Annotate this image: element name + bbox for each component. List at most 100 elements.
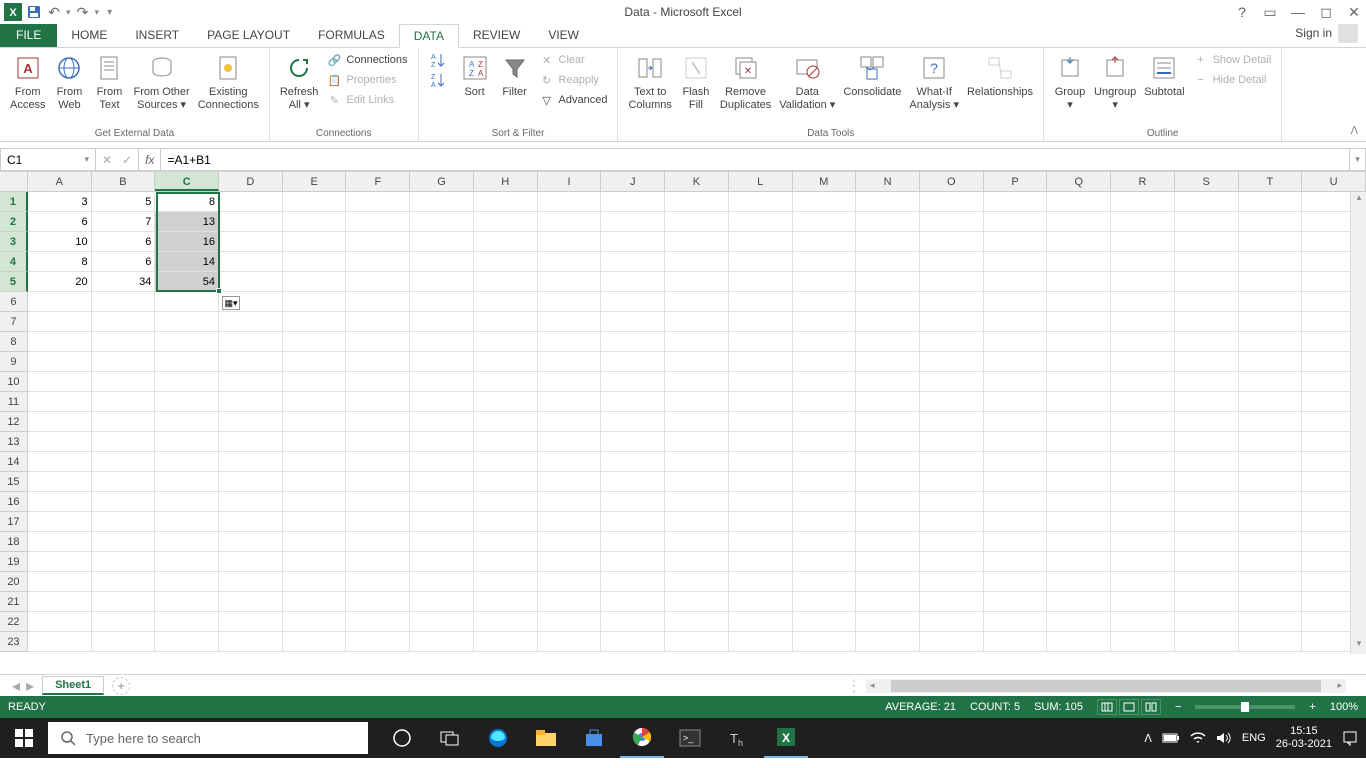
- row-header-4[interactable]: 4: [0, 252, 28, 272]
- cell-R9[interactable]: [1111, 352, 1175, 372]
- row-header-13[interactable]: 13: [0, 432, 28, 452]
- battery-icon[interactable]: [1162, 732, 1180, 744]
- cell-M21[interactable]: [793, 592, 857, 612]
- cell-P15[interactable]: [984, 472, 1048, 492]
- cell-P14[interactable]: [984, 452, 1048, 472]
- maximize-button[interactable]: ◻: [1318, 4, 1334, 20]
- col-header-O[interactable]: O: [920, 172, 984, 191]
- cell-K20[interactable]: [665, 572, 729, 592]
- cell-D23[interactable]: [219, 632, 283, 652]
- cell-S7[interactable]: [1175, 312, 1239, 332]
- cell-D8[interactable]: [219, 332, 283, 352]
- zoom-out-button[interactable]: −: [1175, 701, 1181, 713]
- vertical-scrollbar[interactable]: ▴ ▾: [1350, 192, 1366, 654]
- cell-S21[interactable]: [1175, 592, 1239, 612]
- cell-T22[interactable]: [1239, 612, 1303, 632]
- cell-F15[interactable]: [346, 472, 410, 492]
- cell-R19[interactable]: [1111, 552, 1175, 572]
- cell-F17[interactable]: [346, 512, 410, 532]
- cell-L4[interactable]: [729, 252, 793, 272]
- cell-C18[interactable]: [155, 532, 219, 552]
- cell-O13[interactable]: [920, 432, 984, 452]
- cell-G6[interactable]: [410, 292, 474, 312]
- cell-I22[interactable]: [538, 612, 602, 632]
- cell-R2[interactable]: [1111, 212, 1175, 232]
- cell-G11[interactable]: [410, 392, 474, 412]
- cell-F22[interactable]: [346, 612, 410, 632]
- cell-M4[interactable]: [793, 252, 857, 272]
- cell-Q2[interactable]: [1047, 212, 1111, 232]
- page-break-view-button[interactable]: [1141, 699, 1161, 715]
- cell-T14[interactable]: [1239, 452, 1303, 472]
- cell-J4[interactable]: [601, 252, 665, 272]
- cell-S20[interactable]: [1175, 572, 1239, 592]
- cell-M23[interactable]: [793, 632, 857, 652]
- row-header-23[interactable]: 23: [0, 632, 28, 652]
- cell-A7[interactable]: [28, 312, 92, 332]
- clear-button[interactable]: ✕Clear: [535, 50, 612, 70]
- col-header-Q[interactable]: Q: [1047, 172, 1111, 191]
- cell-P20[interactable]: [984, 572, 1048, 592]
- cell-J6[interactable]: [601, 292, 665, 312]
- tab-home[interactable]: HOME: [57, 23, 121, 47]
- clock[interactable]: 15:15 26-03-2021: [1276, 725, 1332, 751]
- cell-M6[interactable]: [793, 292, 857, 312]
- cell-D19[interactable]: [219, 552, 283, 572]
- cell-N15[interactable]: [856, 472, 920, 492]
- cell-N5[interactable]: [856, 272, 920, 292]
- cell-B7[interactable]: [92, 312, 156, 332]
- cell-L19[interactable]: [729, 552, 793, 572]
- cell-L18[interactable]: [729, 532, 793, 552]
- cell-Q4[interactable]: [1047, 252, 1111, 272]
- cell-S13[interactable]: [1175, 432, 1239, 452]
- cell-O8[interactable]: [920, 332, 984, 352]
- store-icon[interactable]: [572, 718, 616, 758]
- cell-T10[interactable]: [1239, 372, 1303, 392]
- edge-icon[interactable]: [476, 718, 520, 758]
- autofill-options-button[interactable]: ▦▾: [222, 296, 240, 310]
- cell-A23[interactable]: [28, 632, 92, 652]
- cell-H20[interactable]: [474, 572, 538, 592]
- cell-J3[interactable]: [601, 232, 665, 252]
- cell-T2[interactable]: [1239, 212, 1303, 232]
- cell-Q14[interactable]: [1047, 452, 1111, 472]
- cell-M22[interactable]: [793, 612, 857, 632]
- cell-J14[interactable]: [601, 452, 665, 472]
- cell-H17[interactable]: [474, 512, 538, 532]
- cell-F6[interactable]: [346, 292, 410, 312]
- cell-P1[interactable]: [984, 192, 1048, 212]
- cell-K15[interactable]: [665, 472, 729, 492]
- cell-A14[interactable]: [28, 452, 92, 472]
- cell-K13[interactable]: [665, 432, 729, 452]
- what-if-button[interactable]: ? What-If Analysis ▾: [905, 50, 963, 114]
- cell-H9[interactable]: [474, 352, 538, 372]
- cell-L15[interactable]: [729, 472, 793, 492]
- cell-K17[interactable]: [665, 512, 729, 532]
- cell-F5[interactable]: [346, 272, 410, 292]
- accept-formula-button[interactable]: ✓: [122, 153, 132, 167]
- cell-R13[interactable]: [1111, 432, 1175, 452]
- cell-I21[interactable]: [538, 592, 602, 612]
- cell-Q21[interactable]: [1047, 592, 1111, 612]
- cell-Q12[interactable]: [1047, 412, 1111, 432]
- app-icon[interactable]: Th: [716, 718, 760, 758]
- cell-E3[interactable]: [283, 232, 347, 252]
- cell-M13[interactable]: [793, 432, 857, 452]
- cell-E7[interactable]: [283, 312, 347, 332]
- cell-E23[interactable]: [283, 632, 347, 652]
- excel-taskbar-icon[interactable]: X: [764, 718, 808, 758]
- ungroup-button[interactable]: Ungroup ▾: [1090, 50, 1140, 114]
- cell-O6[interactable]: [920, 292, 984, 312]
- cell-C8[interactable]: [155, 332, 219, 352]
- cell-F12[interactable]: [346, 412, 410, 432]
- cell-I16[interactable]: [538, 492, 602, 512]
- cell-K23[interactable]: [665, 632, 729, 652]
- cell-D16[interactable]: [219, 492, 283, 512]
- cell-I8[interactable]: [538, 332, 602, 352]
- cell-P3[interactable]: [984, 232, 1048, 252]
- cell-R21[interactable]: [1111, 592, 1175, 612]
- row-header-15[interactable]: 15: [0, 472, 28, 492]
- cell-G2[interactable]: [410, 212, 474, 232]
- cell-K11[interactable]: [665, 392, 729, 412]
- cell-E8[interactable]: [283, 332, 347, 352]
